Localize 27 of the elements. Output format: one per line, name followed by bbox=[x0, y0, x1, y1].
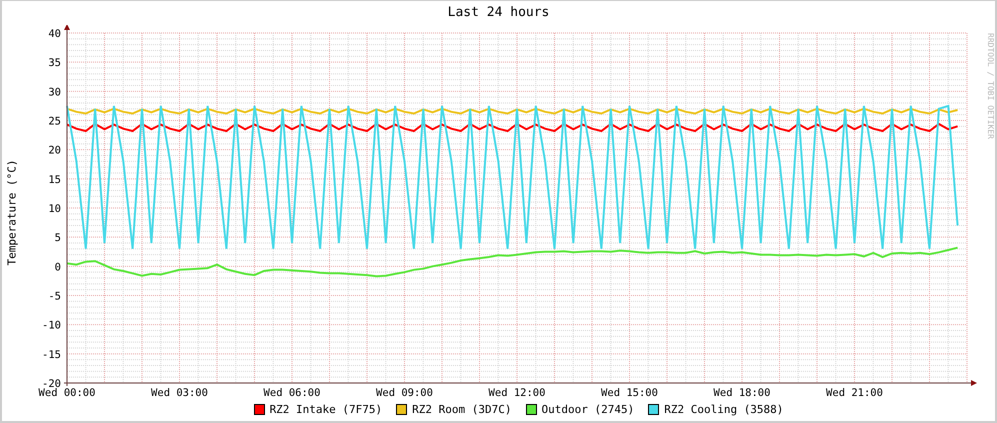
tick-label: 35 bbox=[48, 57, 61, 70]
chart-title: Last 24 hours bbox=[446, 4, 550, 22]
tick-label: Wed 21:00 bbox=[826, 387, 883, 399]
tick-label: Wed 00:00 bbox=[38, 387, 96, 399]
tick-label: 5 bbox=[54, 232, 61, 244]
tick-label: -15 bbox=[42, 348, 61, 361]
legend-label: Outdoor (2745) bbox=[542, 402, 634, 416]
tick-label: -10 bbox=[42, 320, 61, 332]
tick-label: 30 bbox=[48, 86, 61, 98]
tick-label: Wed 15:00 bbox=[601, 387, 658, 399]
tick-label: Wed 12:00 bbox=[488, 387, 546, 399]
legend-label: RZ2 Intake (7F75) bbox=[270, 402, 382, 416]
tick-label: Wed 06:00 bbox=[264, 387, 320, 399]
tick-label: 40 bbox=[48, 28, 61, 40]
legend-label: RZ2 Cooling (3588) bbox=[664, 402, 784, 416]
tick-label: Wed 03:00 bbox=[151, 387, 208, 399]
tick-label: 0 bbox=[54, 261, 61, 274]
tick-label: Wed 18:00 bbox=[714, 387, 770, 399]
axis-label: Temperature (°C) bbox=[6, 160, 18, 266]
tick-label: Wed 09:00 bbox=[376, 387, 433, 399]
tick-label: 20 bbox=[48, 144, 61, 157]
tick-label: 10 bbox=[48, 203, 61, 215]
credit-text: RRDTOOL / TOBI OETIKER bbox=[986, 32, 995, 139]
legend-label: RZ2 Room (3D7C) bbox=[412, 402, 512, 416]
tick-label: 25 bbox=[48, 116, 61, 128]
tick-label: 15 bbox=[48, 174, 61, 186]
tick-label: -5 bbox=[48, 290, 61, 302]
